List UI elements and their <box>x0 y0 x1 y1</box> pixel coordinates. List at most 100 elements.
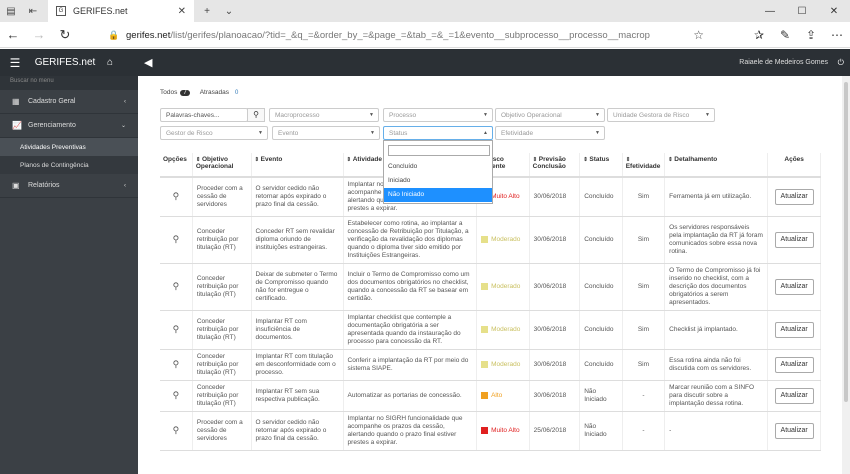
sidebar-search-input[interactable]: Buscar no menu <box>0 76 138 90</box>
caret-down-icon: ▼ <box>258 130 263 136</box>
sidebar-subitem-planos-contingencia[interactable]: Planos de Contingência <box>0 156 138 174</box>
home-icon[interactable]: ⌂ <box>100 57 120 68</box>
update-button[interactable]: Atualizar <box>774 388 814 404</box>
processo-select[interactable]: Processo ▼ <box>383 108 493 122</box>
magnifier-icon[interactable]: ⚲ <box>173 281 180 291</box>
update-button[interactable]: Atualizar <box>774 189 814 205</box>
notes-icon[interactable]: ✎ <box>772 28 798 42</box>
cell-atividade: Estabelecer como rotina, ao implantar a … <box>343 216 478 264</box>
app-topbar: ☰ GERIFES.net ⌂ ◀ Raiaele de Medeiros Go… <box>0 49 850 76</box>
view-cell: ⚲ <box>160 216 193 264</box>
col-evento[interactable]: ⇕ Evento <box>251 153 344 178</box>
update-button[interactable]: Atualizar <box>774 322 814 338</box>
tab-dropdown-icon[interactable]: ⌄ <box>218 0 240 22</box>
magnifier-icon[interactable]: ⚲ <box>173 390 180 400</box>
cell-efetividade: - <box>622 411 666 451</box>
cell-acoes: Atualizar <box>767 349 821 381</box>
more-icon[interactable]: ⋯ <box>824 28 850 42</box>
sidebar-item-gerenciamento[interactable]: 📈 Gerenciamento ⌄ <box>0 114 138 138</box>
update-button[interactable]: Atualizar <box>774 232 814 248</box>
refresh-icon[interactable]: ↻ <box>52 22 78 48</box>
menu-toggle-icon[interactable]: ☰ <box>0 56 30 70</box>
cell-acoes: Atualizar <box>767 380 821 412</box>
page-scrollbar[interactable] <box>842 76 850 474</box>
tab-todos[interactable]: Todos 7 <box>160 89 190 96</box>
back-tabs-icon[interactable]: ⇤ <box>22 0 44 22</box>
magnifier-icon[interactable]: ⚲ <box>173 425 180 435</box>
scrollbar-thumb[interactable] <box>844 82 848 402</box>
risk-color-swatch <box>481 391 489 399</box>
favorite-star-icon[interactable]: ☆ <box>693 28 704 42</box>
sidebar-item-cadastro-geral[interactable]: ▦ Cadastro Geral ‹ <box>0 90 138 114</box>
evento-select[interactable]: Evento ▼ <box>272 126 380 140</box>
update-button[interactable]: Atualizar <box>774 279 814 295</box>
gestor-select[interactable]: Gestor de Risco ▼ <box>160 126 268 140</box>
sidebar-subitem-atividades-preventivas[interactable]: Atividades Preventivas <box>0 138 138 156</box>
favicon-icon: G <box>56 6 66 16</box>
efetividade-select[interactable]: Efetividade ▼ <box>495 126 605 140</box>
caret-down-icon: ▼ <box>369 112 374 118</box>
share-icon[interactable]: ⇪ <box>798 28 824 42</box>
cell-objetivo: Conceder retribuição por titulação (RT) <box>192 310 252 350</box>
cell-acoes: Atualizar <box>767 263 821 311</box>
col-label: Objetivo Operacional <box>195 156 234 170</box>
forward-icon[interactable]: → <box>26 22 52 48</box>
select-value: Unidade Gestora de Risco <box>613 112 690 119</box>
cell-evento: Implantar RT com insuficiência de docume… <box>251 310 344 350</box>
tab-list-icon[interactable]: ▤ <box>0 0 22 22</box>
browser-tab[interactable]: G GERIFES.net ✕ <box>48 0 194 22</box>
col-objetivo[interactable]: ⇕ Objetivo Operacional <box>192 153 252 178</box>
update-button[interactable]: Atualizar <box>774 423 814 439</box>
tab-label: Atrasadas <box>199 89 229 96</box>
maximize-icon[interactable]: ☐ <box>786 0 818 22</box>
cell-status: Concluído <box>579 177 623 217</box>
back-icon[interactable]: ← <box>0 22 26 48</box>
col-efetividade[interactable]: ⇕ Efetividade <box>622 153 666 178</box>
macroprocesso-select[interactable]: Macroprocesso ▼ <box>269 108 379 122</box>
minimize-icon[interactable]: — <box>754 0 786 22</box>
cell-detalhamento: Marcar reunião com a SINFO para discutir… <box>664 380 769 412</box>
app-back-icon[interactable]: ◀ <box>144 56 152 69</box>
close-window-icon[interactable]: ✕ <box>818 0 850 22</box>
magnifier-icon[interactable]: ⚲ <box>173 359 180 369</box>
col-label: Efetividade <box>625 163 661 170</box>
col-previsao[interactable]: ⇕ Previsão Conclusão <box>529 153 581 178</box>
cell-acoes: Atualizar <box>767 310 821 350</box>
status-select[interactable]: Status ▲ <box>383 126 493 140</box>
risk-color-swatch <box>481 325 489 333</box>
cell-acoes: Atualizar <box>767 177 821 217</box>
magnifier-icon[interactable]: ⚲ <box>173 191 180 201</box>
logout-icon[interactable]: ⏻ <box>838 58 844 68</box>
cell-detalhamento: Essa rotina ainda não foi discutida com … <box>664 349 769 381</box>
select-value: Objetivo Operacional <box>501 112 562 119</box>
chevron-left-icon: ‹ <box>124 182 126 189</box>
magnifier-icon[interactable]: ⚲ <box>173 324 180 334</box>
new-tab-icon[interactable]: + <box>196 0 218 22</box>
col-status[interactable]: ⇕ Status <box>579 153 623 178</box>
update-button[interactable]: Atualizar <box>774 357 814 373</box>
url-field[interactable]: 🔒 gerifes.net/list/gerifes/planoacao/?ti… <box>108 26 710 44</box>
cell-detalhamento: - <box>664 411 769 451</box>
objetivo-select[interactable]: Objetivo Operacional ▼ <box>495 108 605 122</box>
status-option-iniciado[interactable]: Iniciado <box>384 174 492 188</box>
status-option-concluido[interactable]: Concluído <box>384 160 492 174</box>
tab-atrasadas[interactable]: Atrasadas 0 <box>200 89 242 96</box>
chevron-left-icon: ‹ <box>124 98 126 105</box>
app-brand[interactable]: GERIFES.net <box>30 57 100 68</box>
cell-evento: Implantar RT com titulação em desconform… <box>251 349 344 381</box>
sidebar-item-relatorios[interactable]: ▣ Relatórios ‹ <box>0 174 138 198</box>
status-option-nao-iniciado[interactable]: Não Iniciado <box>384 188 492 202</box>
col-detalhamento[interactable]: ⇕ Detalhamento <box>664 153 769 178</box>
col-opcoes: Opções <box>160 153 193 178</box>
cell-objetivo: Conceder retribuição por titulação (RT) <box>192 349 252 381</box>
user-name[interactable]: Raiaele de Medeiros Gomes <box>739 59 828 66</box>
caret-up-icon: ▲ <box>483 130 488 136</box>
status-dropdown-search[interactable] <box>388 145 490 156</box>
cell-efetividade: Sim <box>622 310 666 350</box>
close-tab-icon[interactable]: ✕ <box>178 6 186 17</box>
favorites-icon[interactable]: ✰ <box>746 28 772 42</box>
unidade-select[interactable]: Unidade Gestora de Risco ▼ <box>607 108 715 122</box>
keywords-input[interactable]: Palavras-chaves... <box>160 108 248 122</box>
magnifier-icon[interactable]: ⚲ <box>173 234 180 244</box>
search-button[interactable]: ⚲ <box>247 108 265 122</box>
